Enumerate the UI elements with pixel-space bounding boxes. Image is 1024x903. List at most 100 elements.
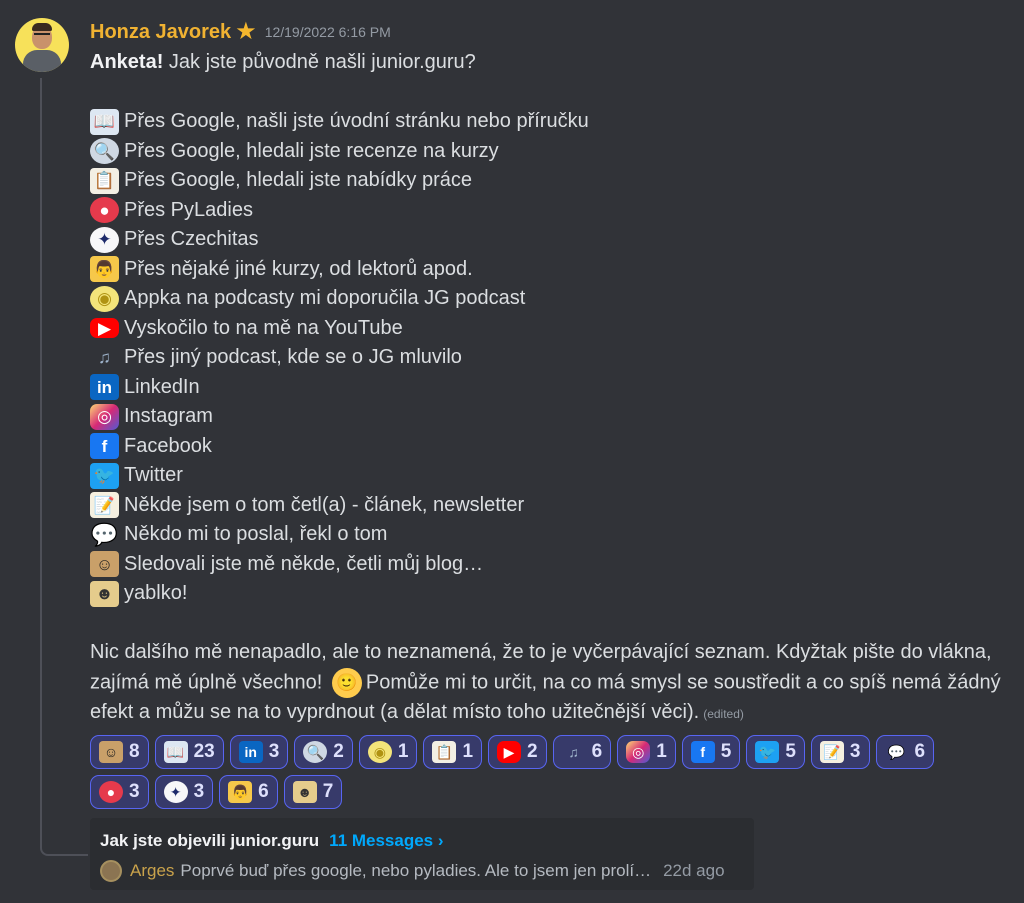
thread-preview-card[interactable]: Jak jste objevili junior.guru 11 Message… (90, 818, 754, 890)
youtube-icon: ▶ (497, 741, 522, 763)
poll-option-text: Appka na podcasty mi doporučila JG podca… (124, 287, 526, 309)
poll-option-text: LinkedIn (124, 375, 200, 398)
poll-option-text: Facebook (124, 434, 212, 457)
reaction-count: 2 (527, 741, 538, 762)
poll-option: 🐦 Twitter (90, 461, 1010, 491)
reaction-count: 2 (333, 741, 344, 762)
reaction-button[interactable]: ◉ 1 (358, 735, 418, 769)
poll-option-text: Někdo mi to poslal, řekl o tom (124, 523, 388, 545)
poll-option: ▶ Vyskočilo to na mě na YouTube (90, 314, 1010, 344)
reaction-count: 3 (193, 781, 205, 802)
magnifier-icon: 🔍 (303, 741, 328, 763)
speech-bubble-icon: 💬 (887, 744, 906, 760)
poll-option: ◉ Appka na podcasty mi doporučila JG podc… (90, 284, 1010, 314)
thread-last-message: Arges Poprvé buď přes google, nebo pylad… (100, 856, 744, 886)
reaction-count: 6 (914, 741, 926, 762)
instagram-icon: ◎ (626, 741, 651, 763)
preview-time: 22d ago (663, 861, 725, 880)
thread-messages-link[interactable]: 11 Messages › (329, 831, 443, 851)
poll-option: 📝 Někde jsem o tom četl(a) - článek, news… (90, 491, 1010, 521)
podcast-icon: ◉ (90, 285, 119, 312)
reaction-count: 5 (720, 741, 732, 762)
clipboard-icon: 📋 (90, 167, 119, 194)
poll-question-text: Jak jste původně našli junior.guru? (163, 51, 476, 73)
open-book-icon: 📖 (90, 108, 119, 135)
message-timestamp: 12/19/2022 6:16 PM (264, 24, 391, 40)
reaction-button[interactable]: 🐦 5 (746, 735, 805, 769)
honza-face-icon: ☺ (99, 741, 123, 763)
reaction-button[interactable]: 📝 3 (810, 735, 870, 769)
reaction-button[interactable]: 📋 1 (423, 735, 483, 769)
poll-option: 👨 Přes nějaké jiné kurzy, od lektorů apod… (90, 255, 1010, 285)
reaction-count: 3 (849, 741, 861, 762)
pyladies-icon: ● (99, 781, 123, 803)
poll-option: ◎ Instagram (90, 402, 1010, 432)
poll-option-text: Instagram (124, 405, 213, 427)
clipboard-icon: 📋 (432, 741, 457, 763)
message-header: Honza Javorek ★ 12/19/2022 6:16 PM (90, 16, 1010, 48)
reaction-button[interactable]: 💬 6 (875, 735, 935, 769)
reaction-count: 1 (462, 741, 474, 762)
poll-question: Anketa! Jak jste původně našli junior.gu… (90, 48, 1010, 78)
thread-title[interactable]: Jak jste objevili junior.guru (100, 831, 319, 851)
reaction-button[interactable]: ◎ 1 (617, 735, 676, 769)
reaction-count: 6 (591, 741, 603, 762)
message-content: Honza Javorek ★ 12/19/2022 6:16 PM Anket… (90, 16, 1010, 809)
czechitas-icon: ✦ (163, 781, 188, 803)
poll-question-bold: Anketa! (90, 51, 164, 73)
poll-option-text: Twitter (124, 464, 183, 486)
preview-author: Arges (130, 861, 175, 880)
poll-option: 📖 Přes Google, našli jste úvodní stránku … (90, 107, 1010, 137)
poll-option-text: Někde jsem o tom četl(a) - článek, newsl… (124, 493, 525, 516)
magnifier-icon: 🔍 (90, 138, 119, 165)
reaction-button[interactable]: f5 (681, 735, 741, 769)
reaction-button[interactable]: 👨 6 (219, 775, 278, 809)
instagram-icon: ◎ (90, 403, 119, 430)
reactions-bar: ☺ 8 📖 23 in 3 🔍 2 ◉ 1 📋 1 ▶ 2 ♫ 6 ◎ 1 f 5 🐦 5 📝 3 💬 6 ● 3 ✦ 3 👨 6 ☻ 7 (90, 735, 990, 809)
author-avatar[interactable] (15, 18, 69, 72)
thread-connector-line (40, 78, 88, 856)
facebook-icon: f (690, 741, 715, 763)
linkedin-icon: in (238, 741, 263, 763)
headphones-music-icon: ♫ (568, 744, 579, 760)
poll-options-list: 📖 Přes Google, našli jste úvodní stránku … (90, 107, 1010, 609)
reaction-count: 8 (129, 741, 140, 762)
poll-option-text: Přes Google, hledali jste recenze na kur… (124, 139, 499, 162)
open-book-icon: 📖 (163, 741, 188, 763)
memo-icon: 📝 (819, 741, 844, 763)
reaction-button[interactable]: 📖 23 (154, 735, 224, 769)
star-badge-icon: ★ (235, 18, 257, 45)
honza-face-icon: ☺ (90, 551, 119, 578)
headphones-music-icon: ♫ (98, 348, 111, 368)
reaction-button[interactable]: ▶ 2 (488, 735, 547, 769)
poll-option: ♫ Přes jiný podcast, kde se o JG mluvilo (90, 343, 1010, 373)
teacher-icon: 👨 (228, 781, 253, 803)
poll-option-text: Přes nějaké jiné kurzy, od lektorů apod. (124, 257, 473, 280)
reaction-count: 3 (129, 781, 140, 802)
teacher-icon: 👨 (90, 256, 119, 283)
reaction-count: 23 (193, 741, 215, 762)
podcast-icon: ◉ (367, 741, 392, 763)
poll-option-text: Sledovali jste mě někde, četli můj blog… (124, 552, 484, 575)
reaction-count: 7 (322, 781, 334, 802)
reaction-count: 1 (656, 741, 667, 762)
author-username[interactable]: Honza Javorek (90, 21, 231, 44)
thread-title-row: Jak jste objevili junior.guru 11 Message… (100, 830, 744, 852)
speech-bubble-icon: 💬 (90, 521, 119, 547)
reaction-button[interactable]: ☺ 8 (90, 735, 149, 769)
yablko-face-icon: ☻ (292, 781, 317, 803)
poll-option: in LinkedIn (90, 373, 1010, 403)
reaction-button[interactable]: ● 3 (90, 775, 149, 809)
reaction-count: 6 (258, 781, 269, 802)
poll-option-text: Přes Google, našli jste úvodní stránku n… (124, 110, 589, 132)
reaction-button[interactable]: 🔍 2 (294, 735, 353, 769)
twitter-icon: 🐦 (755, 741, 780, 763)
yablko-face-icon: ☻ (90, 580, 119, 607)
poll-option-text: Přes Google, hledali jste nabídky práce (124, 169, 472, 191)
czechitas-icon: ✦ (90, 226, 119, 253)
reaction-button[interactable]: ☻ 7 (283, 775, 343, 809)
reaction-button[interactable]: in 3 (229, 735, 289, 769)
reaction-button[interactable]: ✦ 3 (154, 775, 214, 809)
reaction-button[interactable]: ♫ 6 (552, 735, 612, 769)
poll-option: ☻ yablko! (90, 579, 1010, 609)
